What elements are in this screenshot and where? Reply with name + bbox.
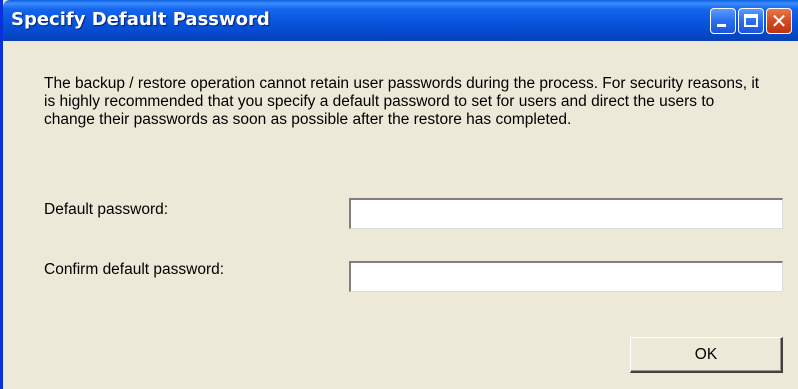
minimize-icon (717, 24, 726, 27)
confirm-password-field[interactable] (349, 261, 783, 292)
title-bar[interactable]: Specify Default Password ✕ (3, 0, 798, 41)
ok-button[interactable]: OK (630, 337, 783, 373)
maximize-button[interactable] (738, 8, 764, 34)
default-password-field[interactable] (349, 198, 783, 229)
close-button[interactable]: ✕ (766, 8, 792, 34)
maximize-icon (744, 14, 758, 27)
close-icon: ✕ (770, 9, 788, 33)
window-title: Specify Default Password (11, 9, 270, 30)
default-password-label: Default password: (44, 201, 169, 218)
dialog-window: Specify Default Password ✕ The backup / … (0, 0, 798, 389)
confirm-password-label: Confirm default password: (44, 261, 225, 278)
description-text: The backup / restore operation cannot re… (44, 75, 760, 128)
minimize-button[interactable] (710, 8, 736, 34)
